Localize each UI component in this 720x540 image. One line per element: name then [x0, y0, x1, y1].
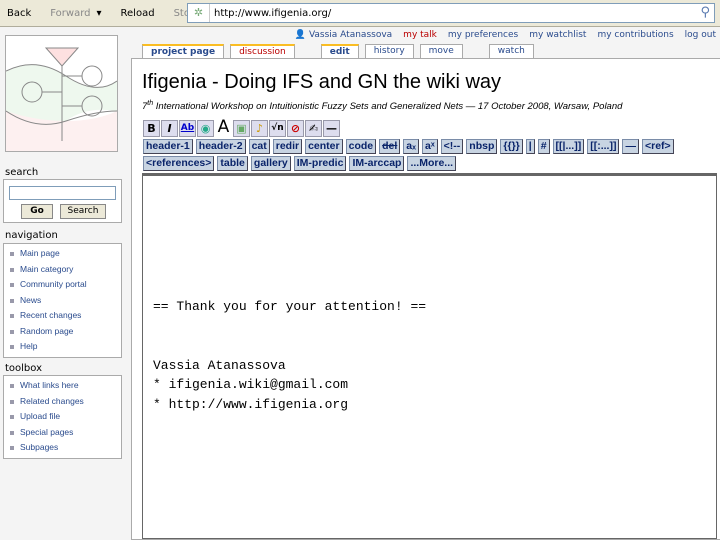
history-dropdown-icon[interactable]: ▾ [97, 8, 102, 19]
nav-recent-changes[interactable]: Recent changes [4, 310, 121, 326]
tab-discussion[interactable]: discussion [230, 44, 295, 59]
header-1-button[interactable]: header-1 [143, 139, 193, 154]
search-icon[interactable]: ⚲ [700, 5, 710, 20]
url-text: http://www.ifigenia.org/ [214, 7, 332, 19]
navigation-portlet: Main page Main category Community portal… [3, 243, 122, 358]
comment-button[interactable]: <!-- [440, 139, 464, 154]
back-button[interactable]: Back [7, 8, 31, 19]
media-icon[interactable]: ♪ [251, 120, 268, 137]
image-icon[interactable]: ▣ [233, 120, 250, 137]
navigation-heading: navigation [5, 230, 58, 241]
superscript-button[interactable]: aˣ [421, 139, 438, 154]
horizontal-rule-icon[interactable]: — [323, 120, 340, 137]
my-preferences-link[interactable]: my preferences [448, 30, 518, 40]
del-button[interactable]: del [379, 139, 401, 154]
tool-upload-file[interactable]: Upload file [4, 411, 121, 427]
my-contributions-link[interactable]: my contributions [597, 30, 673, 40]
address-bar[interactable]: ✲ http://www.ifigenia.org/ ⚲ [187, 3, 715, 23]
math-icon[interactable]: √n [269, 120, 286, 137]
toolbox-heading: toolbox [5, 363, 43, 374]
forward-button[interactable]: Forward [50, 8, 90, 19]
user-icon: 👤 [294, 30, 307, 40]
nav-random-page[interactable]: Random page [4, 326, 121, 342]
my-watchlist-link[interactable]: my watchlist [529, 30, 586, 40]
im-predic-button[interactable]: IM-predic [293, 156, 347, 171]
ref-button[interactable]: <ref> [641, 139, 674, 154]
search-button[interactable]: Search [60, 204, 106, 219]
cat-button[interactable]: cat [248, 139, 270, 154]
nowiki-icon[interactable]: ⊘ [287, 120, 304, 137]
nav-news[interactable]: News [4, 295, 121, 311]
nav-help[interactable]: Help [4, 341, 121, 357]
table-button[interactable]: table [217, 156, 248, 171]
search-input[interactable] [9, 186, 116, 200]
tool-subpages[interactable]: Subpages [4, 442, 121, 458]
header-2-button[interactable]: header-2 [195, 139, 246, 154]
piped-link-button[interactable]: [[|...]] [552, 139, 585, 154]
edit-buttons-row-1: header-1 header-2 cat redir center code … [143, 139, 674, 154]
page-tabs: project page discussion edit history mov… [142, 44, 540, 59]
log-out-link[interactable]: log out [685, 30, 716, 40]
redir-button[interactable]: redir [272, 139, 303, 154]
gallery-button[interactable]: gallery [250, 156, 291, 171]
center-button[interactable]: center [305, 139, 343, 154]
im-arccap-button[interactable]: IM-arccap [349, 156, 405, 171]
tab-watch[interactable]: watch [488, 44, 534, 59]
page-subtitle: 7th International Workshop on Intuitioni… [142, 100, 623, 113]
nbsp-button[interactable]: nbsp [466, 139, 498, 154]
tool-what-links-here[interactable]: What links here [4, 380, 121, 396]
tab-edit[interactable]: edit [320, 44, 359, 59]
reload-button[interactable]: Reload [121, 8, 155, 19]
content-area: Ifigenia - Doing IFS and GN the wiki way… [131, 58, 720, 540]
template-button[interactable]: {{}} [500, 139, 523, 154]
tab-project-page[interactable]: project page [142, 44, 225, 59]
search-heading: search [5, 167, 39, 178]
favicon-icon: ✲ [188, 4, 210, 22]
external-link-icon[interactable]: ◉ [197, 120, 214, 137]
my-talk-link[interactable]: my talk [403, 30, 437, 40]
more-button[interactable]: ...More... [407, 156, 457, 171]
pipe-button[interactable]: | [525, 139, 535, 154]
subscript-button[interactable]: aₓ [403, 139, 419, 154]
toolbox-portlet: What links here Related changes Upload f… [3, 375, 122, 459]
headline-icon[interactable]: A [215, 119, 232, 137]
signature-icon[interactable]: ✍ [305, 120, 322, 137]
tab-history[interactable]: history [364, 44, 414, 59]
tab-move[interactable]: move [419, 44, 463, 59]
search-portlet: Go Search [3, 179, 122, 223]
hash-button[interactable]: # [537, 139, 550, 154]
site-logo[interactable] [5, 35, 118, 152]
references-button[interactable]: <references> [143, 156, 215, 171]
user-link[interactable]: 👤 Vassia Atanassova [295, 30, 392, 40]
link-icon[interactable]: Ab [179, 120, 196, 137]
italic-icon[interactable]: I [161, 120, 178, 137]
tool-related-changes[interactable]: Related changes [4, 396, 121, 412]
edit-icon-toolbar: B I Ab ◉ A ▣ ♪ √n ⊘ ✍ — [143, 119, 340, 137]
go-button[interactable]: Go [21, 204, 53, 219]
bold-icon[interactable]: B [143, 120, 160, 137]
dash-button[interactable]: — [622, 139, 639, 154]
tool-special-pages[interactable]: Special pages [4, 427, 121, 443]
code-button[interactable]: code [345, 139, 377, 154]
page-title: Ifigenia - Doing IFS and GN the wiki way [142, 71, 502, 93]
edit-textarea[interactable]: == Thank you for your attention! == Vass… [142, 173, 717, 539]
user-bar: 👤 Vassia Atanassova my talk my preferenc… [295, 30, 716, 40]
colon-link-button[interactable]: [[:...]] [587, 139, 620, 154]
browser-toolbar: Back Forward ▾ Reload Stop ✲ http://www.… [0, 0, 720, 27]
edit-buttons-row-2: <references> table gallery IM-predic IM-… [143, 156, 457, 171]
nav-main-page[interactable]: Main page [4, 248, 121, 264]
nav-community-portal[interactable]: Community portal [4, 279, 121, 295]
nav-main-category[interactable]: Main category [4, 264, 121, 280]
